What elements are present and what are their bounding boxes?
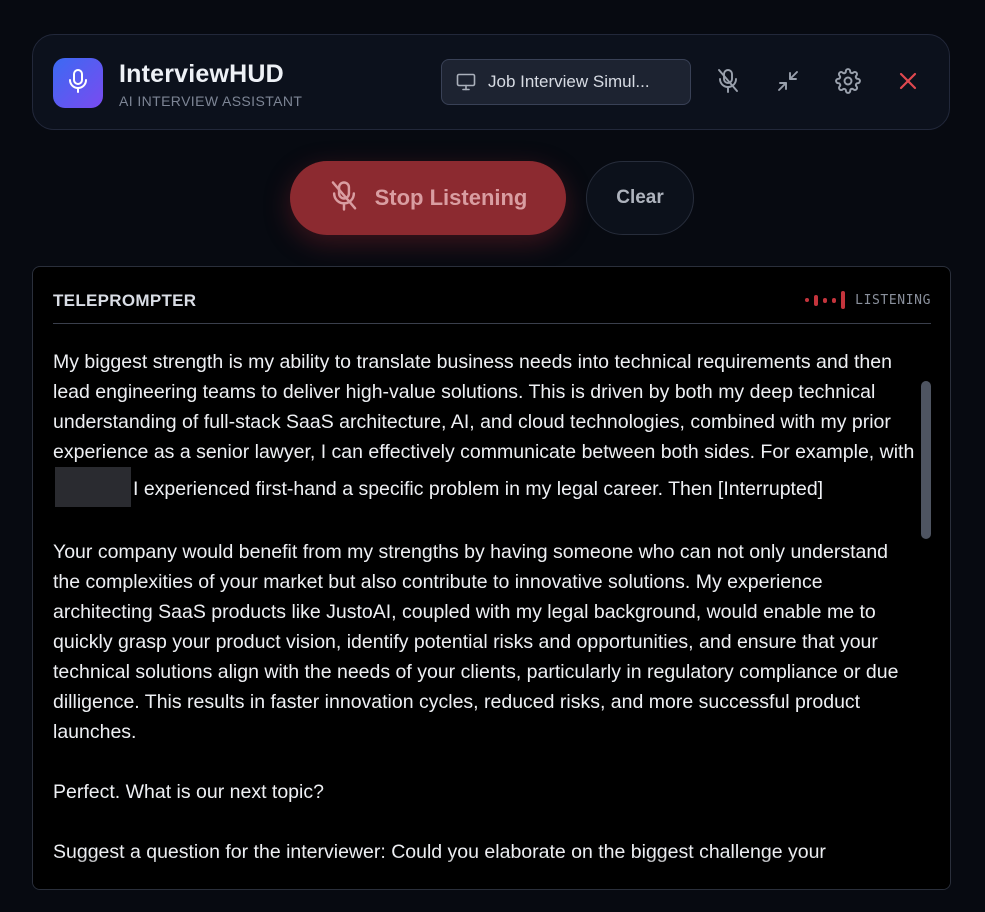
teleprompter-panel: TELEPROMPTER LISTENING My biggest streng… (32, 266, 951, 890)
app-title: InterviewHUD (119, 60, 284, 88)
mic-off-icon (716, 68, 740, 99)
close-button[interactable] (888, 63, 928, 103)
header-bar: InterviewHUD AI INTERVIEW ASSISTANT Job … (32, 34, 950, 130)
teleprompter-transcript: My biggest strength is my ability to tra… (53, 347, 919, 869)
listening-status: LISTENING (805, 290, 931, 310)
microphone-icon (67, 68, 89, 99)
clear-button[interactable]: Clear (586, 161, 694, 235)
minimize-button[interactable] (768, 63, 808, 103)
app-logo (53, 58, 103, 108)
teleprompter-header: TELEPROMPTER LISTENING (53, 267, 931, 324)
audio-wave-icon (805, 290, 846, 310)
settings-button[interactable] (828, 63, 868, 103)
mute-mic-button[interactable] (708, 63, 748, 103)
mic-off-icon (329, 180, 359, 217)
stop-listening-button[interactable]: Stop Listening (290, 161, 566, 235)
stop-listening-label: Stop Listening (374, 185, 528, 210)
teleprompter-title: TELEPROMPTER (53, 291, 197, 310)
close-icon (898, 71, 918, 96)
gear-icon (835, 67, 861, 99)
transcript-scrollbar[interactable] (921, 381, 931, 539)
app-subtitle: AI INTERVIEW ASSISTANT (119, 93, 303, 109)
transcript-paragraph: My biggest strength is my ability to tra… (53, 347, 919, 507)
transcript-paragraph: Your company would benefit from my stren… (53, 541, 899, 743)
monitor-icon (456, 72, 476, 92)
app-window: InterviewHUD AI INTERVIEW ASSISTANT Job … (0, 0, 985, 912)
redacted-block (55, 467, 131, 507)
status-label: LISTENING (855, 292, 931, 308)
minimize-icon (776, 69, 800, 98)
interview-mode-select[interactable]: Job Interview Simul... (441, 59, 691, 105)
interview-mode-value: Job Interview Simul... (488, 72, 650, 91)
transcript-paragraph: Suggest a question for the interviewer: … (53, 841, 826, 863)
transcript-paragraph: Perfect. What is our next topic? (53, 781, 324, 803)
